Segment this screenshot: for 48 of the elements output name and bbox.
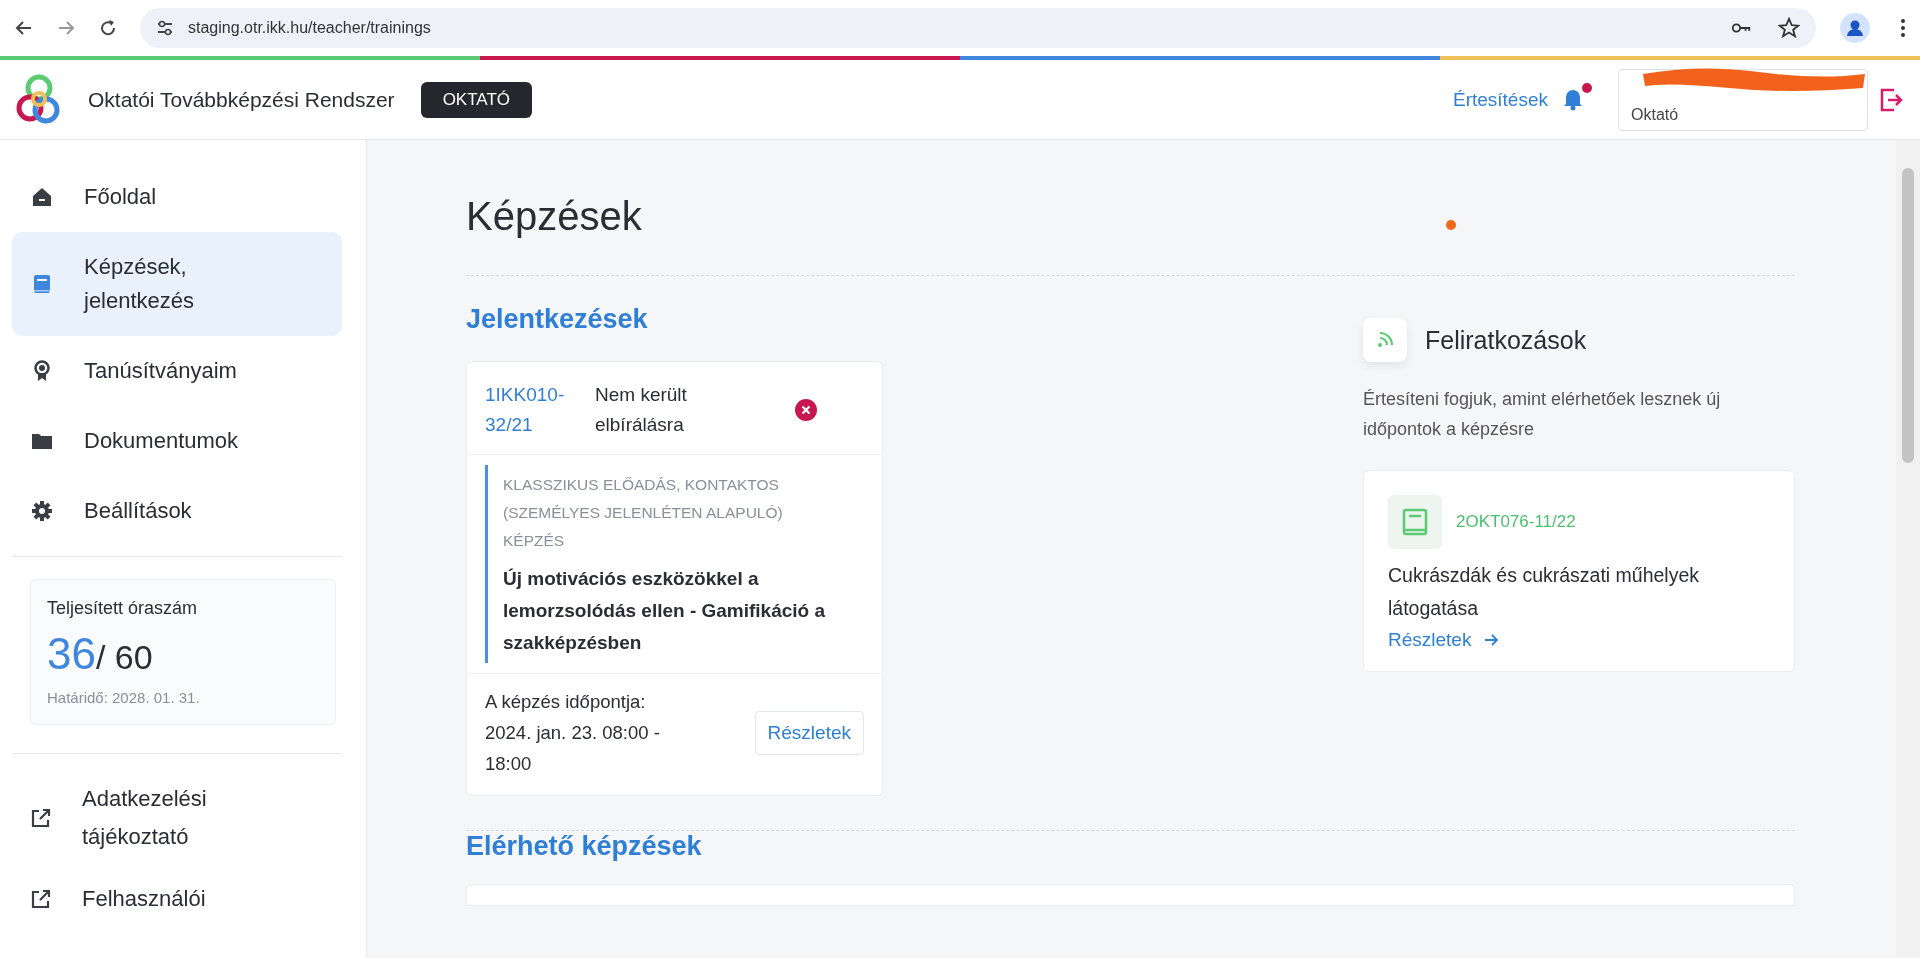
sidebar-item[interactable]: Főoldal [12,162,342,232]
training-title: Cukrászdák és cukrászati műhelyek látogatása [1388,563,1701,621]
details-button[interactable]: Részletek [754,710,864,755]
training-title: Új motivációs eszközökkel a lemorzsolódás ellen - Gamifikáció a szakképzésben [503,567,827,655]
training-date: A képzés időpontja: 2024. jan. 23. 08:00 - 18:00 [485,690,661,776]
scrollbar[interactable] [1896,140,1920,958]
training-code: 2OKT076-11/22 [1456,512,1576,532]
book-icon [1388,495,1442,549]
arrow-right-icon [1483,632,1500,648]
user-role: Oktató [1631,105,1679,124]
home-icon [30,185,54,209]
notifications-link[interactable]: Értesítések [1452,88,1548,111]
rss-icon [1363,318,1407,362]
site-settings-icon[interactable] [156,19,174,37]
hours-count: 36/ 60 [47,629,154,679]
user-box[interactable]: Oktató [1618,68,1868,131]
section-heading: Elérhető képzések [466,831,702,862]
training-code[interactable]: 1IKK010-32/21 [485,380,595,440]
external-link[interactable]: Adatkezelési tájékoztató [12,768,342,868]
settings-icon [30,499,54,523]
training-type: KLASSZIKUS ELŐADÁS, KONTAKTOS (SZEMÉLYES JELENLÉTEN ALAPULÓ) KÉPZÉS [503,475,784,551]
logout-icon[interactable] [1878,86,1904,113]
deadline-text: Határidő: 2028. 01. 31. [47,689,201,706]
hours-title: Teljesített óraszám [47,598,199,619]
address-bar[interactable]: staging.otr.ikk.hu/teacher/trainings [140,8,1816,48]
role-badge: OKTATÓ [420,81,532,118]
star-icon[interactable] [1778,17,1800,39]
external-link[interactable]: Felhasználói [12,868,342,930]
sidebar-item[interactable]: Tanúsítványaim [12,336,342,406]
subscriptions-description: Értesíteni fogjuk, amint elérhetőek lesznek új időpontok a képzésre [1363,388,1722,441]
section-heading: Feliratkozások [1425,325,1587,355]
logo-icon[interactable] [16,73,62,126]
status-text: Nem került elbírálásra [595,383,688,437]
sidebar-item[interactable]: Képzések, jelentkezés [12,232,342,336]
sidebar-item[interactable]: Dokumentumok [12,406,342,476]
app-title: Oktatói Továbbképzési Rendszer [88,87,395,112]
indicator-dot [1446,220,1456,230]
sidebar-item[interactable]: Beállítások [12,476,342,546]
details-link[interactable]: Részletek [1388,629,1500,651]
reload-icon[interactable] [98,18,118,38]
menu-icon[interactable] [1900,17,1906,39]
profile-icon[interactable] [1840,13,1870,43]
url-text: staging.otr.ikk.hu/teacher/trainings [188,19,431,37]
external-link-icon [30,807,52,829]
section-heading: Jelentkezések [466,304,648,335]
page-title: Képzések [466,194,642,239]
external-link-icon [30,888,52,910]
rejected-icon [795,399,817,421]
